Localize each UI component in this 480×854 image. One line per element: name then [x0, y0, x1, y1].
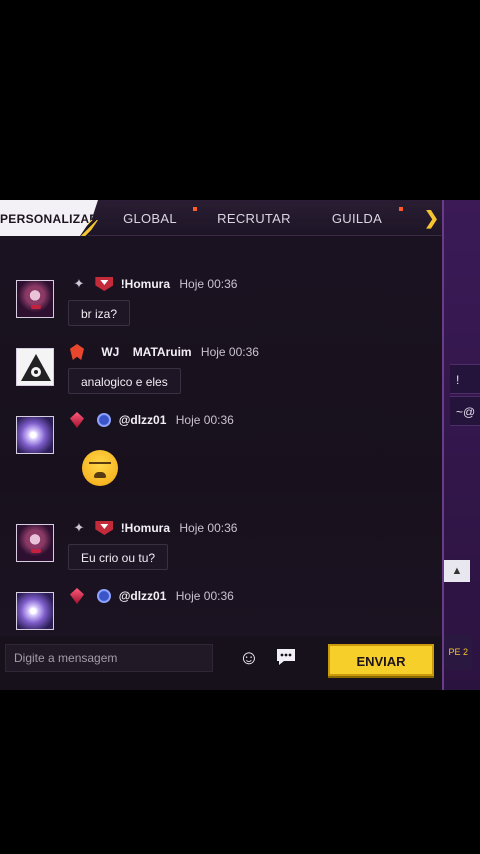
shield-icon	[70, 344, 84, 360]
username[interactable]: @dlzz01	[119, 413, 167, 427]
message-header: @dlzz01 Hoje 00:36	[70, 412, 234, 430]
message-input[interactable]	[5, 644, 213, 672]
chat-message: @dlzz01 Hoje 00:36	[0, 412, 440, 512]
notification-dot	[193, 207, 197, 211]
medal-icon	[97, 413, 112, 427]
avatar[interactable]	[16, 524, 54, 562]
diamond-icon	[70, 412, 84, 428]
wings-icon: ✦	[73, 520, 85, 535]
message-header: ✦ !Homura Hoje 00:36	[70, 276, 237, 294]
rank-badge-icon	[95, 521, 114, 535]
timestamp: Hoje 00:36	[179, 277, 238, 291]
triangle-logo-icon	[21, 354, 51, 381]
clan-tag: WJ	[101, 345, 120, 359]
side-tag[interactable]: PE 2	[444, 634, 472, 670]
tab-global[interactable]: GLOBAL	[110, 200, 190, 236]
message-header: @dlzz01 Hoje 00:36	[70, 588, 234, 606]
chat-window: PERSONALIZADA GLOBAL RECRUTAR GUILDA ❯ ✦…	[0, 200, 480, 690]
scroll-up-button[interactable]: ▲	[444, 560, 470, 582]
rank-badge-icon	[95, 277, 114, 291]
message-bubble: br iza?	[68, 300, 131, 326]
avatar[interactable]	[16, 416, 54, 454]
medal-icon	[97, 589, 112, 603]
side-panel: ! ~@ ▲ PE 2	[442, 200, 480, 690]
notification-dot	[399, 207, 403, 211]
wings-icon: ✦	[73, 276, 85, 291]
crying-emoji-icon	[82, 450, 118, 486]
avatar[interactable]	[16, 280, 54, 318]
timestamp: Hoje 00:36	[175, 589, 234, 603]
chat-bubble-svg	[277, 649, 295, 665]
chat-tabs: PERSONALIZADA GLOBAL RECRUTAR GUILDA ❯	[0, 200, 442, 236]
username[interactable]: @dlzz01	[119, 589, 167, 603]
side-row[interactable]: !	[450, 364, 480, 394]
tab-recrutar[interactable]: RECRUTAR	[212, 200, 296, 236]
timestamp: Hoje 00:36	[175, 413, 234, 427]
diamond-icon	[70, 588, 84, 604]
chat-bubble-icon[interactable]	[274, 646, 298, 670]
side-row[interactable]: ~@	[450, 396, 480, 426]
message-bubble: Eu crio ou tu?	[68, 544, 169, 570]
chevron-right-icon[interactable]: ❯	[424, 208, 440, 228]
chat-message: @dlzz01 Hoje 00:36	[0, 588, 440, 636]
timestamp: Hoje 00:36	[200, 345, 259, 359]
send-button[interactable]: ENVIAR	[328, 644, 434, 676]
chat-message: WJ MATAruim Hoje 00:36 analogico e eles	[0, 344, 440, 404]
chat-message: ✦ !Homura Hoje 00:36 br iza?	[0, 276, 440, 336]
message-list[interactable]: ✦ !Homura Hoje 00:36 br iza? WJ MATAruim	[0, 236, 442, 636]
username[interactable]: !Homura	[121, 277, 170, 291]
avatar[interactable]	[16, 348, 54, 386]
avatar[interactable]	[16, 592, 54, 630]
chat-message: ✦ !Homura Hoje 00:36 Eu crio ou tu?	[0, 520, 440, 580]
message-bubble: analogico e eles	[68, 368, 181, 394]
smiley-icon[interactable]: ☺	[237, 646, 261, 670]
tab-personalizada[interactable]: PERSONALIZADA	[0, 200, 98, 236]
timestamp: Hoje 00:36	[179, 521, 238, 535]
message-header: ✦ !Homura Hoje 00:36	[70, 520, 237, 538]
tab-guilda[interactable]: GUILDA	[322, 200, 392, 236]
username[interactable]: MATAruim	[133, 345, 192, 359]
message-composer: ☺ ENVIAR	[0, 636, 442, 690]
username[interactable]: !Homura	[121, 521, 170, 535]
message-header: WJ MATAruim Hoje 00:36	[70, 344, 259, 362]
